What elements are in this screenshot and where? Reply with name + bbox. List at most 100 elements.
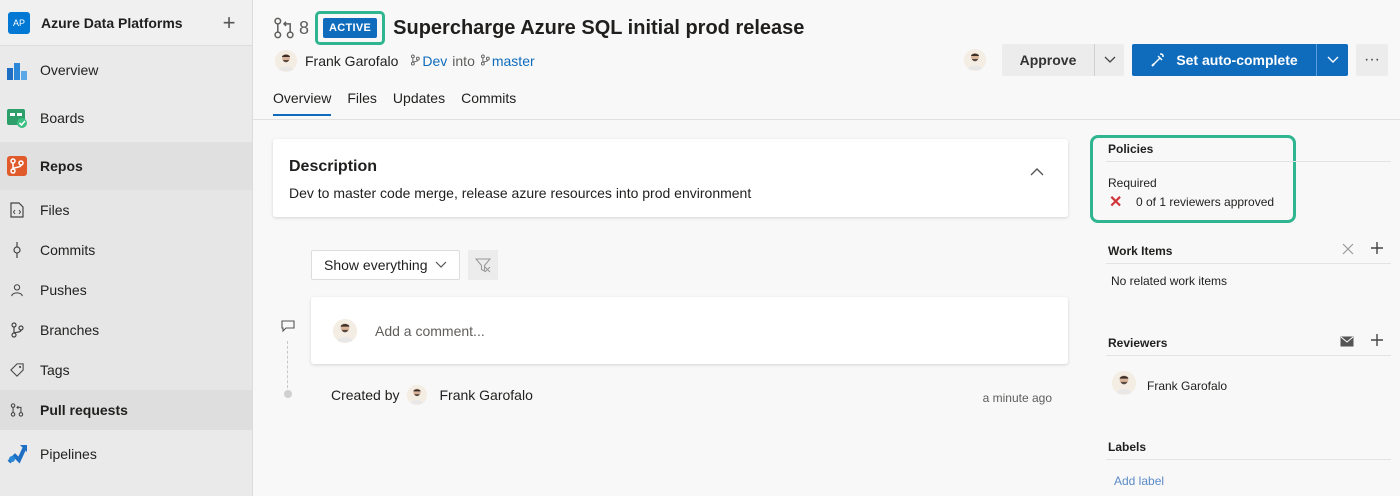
sidebar-item-files[interactable]: Files: [0, 190, 252, 230]
sidebar-item-label: Files: [40, 202, 70, 218]
divider: [1106, 161, 1391, 162]
pr-number: 8: [299, 17, 310, 38]
reviewer-name[interactable]: Frank Garofalo: [1147, 379, 1227, 393]
plus-icon: [1371, 334, 1383, 346]
sidebar-item-commits[interactable]: Commits: [0, 230, 252, 270]
sidebar-item-label: Pushes: [40, 282, 87, 298]
created-timestamp: a minute ago: [982, 391, 1052, 405]
page-title: Supercharge Azure SQL initial prod relea…: [393, 16, 805, 39]
chevron-up-icon[interactable]: [1030, 163, 1044, 179]
description-card: Description Dev to master code merge, re…: [273, 139, 1068, 217]
remove-work-item-button[interactable]: [1342, 242, 1354, 258]
add-label-button[interactable]: Add label: [1114, 474, 1164, 488]
sidebar-item-boards[interactable]: Boards: [0, 94, 252, 142]
activity-filter-value: Show everything: [324, 257, 428, 273]
pull-request-icon: [10, 403, 24, 417]
tab-files[interactable]: Files: [347, 90, 377, 116]
sidebar-item-pushes[interactable]: Pushes: [0, 270, 252, 310]
filter-off-icon: [475, 258, 491, 273]
pr-side-panel: Policies Required ✕ 0 of 1 reviewers app…: [1090, 121, 1400, 496]
tab-overview[interactable]: Overview: [273, 90, 332, 116]
clear-filter-button[interactable]: [468, 250, 498, 280]
status-highlight: ACTIVE: [315, 11, 386, 45]
timeline-line: [287, 341, 288, 393]
branch-icon: [410, 54, 421, 69]
pipelines-icon: [6, 443, 28, 465]
work-items-actions: [1326, 241, 1384, 258]
author-name[interactable]: Frank Garofalo: [305, 53, 398, 69]
mail-icon: [1340, 336, 1354, 346]
chevron-down-icon: [1327, 56, 1338, 63]
approve-options-button[interactable]: [1094, 44, 1124, 76]
sidebar-item-label: Boards: [40, 110, 85, 126]
sidebar-item-label: Pipelines: [40, 446, 97, 462]
work-items-empty: No related work items: [1111, 274, 1228, 288]
activity-filter-select[interactable]: Show everything: [311, 250, 460, 280]
auto-complete-icon: [1151, 53, 1165, 67]
sidebar-item-pipelines[interactable]: Pipelines: [0, 430, 252, 478]
sidebar-item-pull-requests[interactable]: Pull requests: [0, 390, 252, 430]
org-name[interactable]: Azure Data Platforms: [41, 15, 214, 31]
tab-commits[interactable]: Commits: [461, 90, 516, 116]
status-badge: ACTIVE: [323, 18, 378, 38]
repos-icon: [6, 155, 28, 177]
current-user-avatar[interactable]: [964, 49, 986, 71]
branch-icon: [480, 54, 490, 69]
comment-input[interactable]: Add a comment...: [375, 323, 485, 339]
work-items-title: Work Items: [1108, 244, 1173, 258]
sidebar-item-branches[interactable]: Branches: [0, 310, 252, 350]
policies-title: Policies: [1108, 142, 1154, 156]
tag-icon: [10, 363, 24, 377]
auto-complete-split-button: Set auto-complete: [1132, 44, 1348, 76]
approve-button[interactable]: Approve: [1002, 44, 1094, 76]
commit-icon: [10, 242, 24, 258]
reviewer-avatar: [1112, 371, 1136, 395]
description-title: Description: [289, 158, 378, 175]
pull-request-icon: [273, 17, 295, 39]
divider: [1106, 355, 1391, 356]
sidebar-item-label: Repos: [40, 158, 83, 174]
close-icon: [1342, 243, 1354, 254]
creator-avatar: [407, 385, 428, 405]
target-branch-link[interactable]: master: [480, 53, 535, 69]
created-event: Created by Frank Garofalo: [331, 385, 533, 405]
sidebar-item-repos[interactable]: Repos: [0, 142, 252, 190]
org-header[interactable]: AP Azure Data Platforms +: [0, 0, 252, 46]
set-auto-complete-button[interactable]: Set auto-complete: [1132, 44, 1316, 76]
close-icon: ✕: [1109, 194, 1123, 211]
policy-status[interactable]: 0 of 1 reviewers approved: [1136, 195, 1274, 209]
divider: [1106, 459, 1391, 460]
source-branch-link[interactable]: Dev: [410, 53, 447, 69]
reviewers-actions: [1324, 333, 1384, 350]
plus-icon: [1371, 242, 1383, 254]
source-branch-name: Dev: [422, 53, 448, 69]
sidebar-item-label: Commits: [40, 242, 96, 258]
more-actions-button[interactable]: ···: [1356, 44, 1388, 76]
sidebar-item-label: Branches: [40, 322, 100, 338]
chevron-down-icon: [435, 261, 447, 268]
sidebar-item-tags[interactable]: Tags: [0, 350, 252, 390]
reviewers-title: Reviewers: [1108, 336, 1168, 350]
add-reviewer-button[interactable]: [1370, 333, 1384, 350]
pr-actions: Approve Set auto-complete ···: [964, 44, 1388, 76]
sidebar: AP Azure Data Platforms + Overview Board…: [0, 0, 253, 496]
push-icon: [10, 283, 24, 297]
creator-name[interactable]: Frank Garofalo: [439, 387, 532, 403]
sidebar-item-overview[interactable]: Overview: [0, 46, 252, 94]
auto-complete-options-button[interactable]: [1316, 44, 1348, 76]
divider: [1106, 263, 1391, 264]
new-project-button[interactable]: +: [214, 11, 244, 34]
add-work-item-button[interactable]: [1370, 241, 1384, 258]
commenter-avatar: [333, 318, 357, 343]
pr-tabs: Overview Files Updates Commits: [273, 90, 532, 116]
tab-updates[interactable]: Updates: [393, 90, 445, 116]
auto-complete-label: Set auto-complete: [1176, 52, 1298, 68]
pr-meta: Frank Garofalo Dev into master: [275, 50, 535, 72]
timeline-dot: [284, 390, 292, 398]
comment-icon: [280, 319, 296, 336]
email-reviewers-button[interactable]: [1340, 334, 1354, 350]
boards-icon: [6, 107, 28, 129]
target-branch-name: master: [491, 53, 535, 69]
author-avatar[interactable]: [275, 50, 297, 72]
new-comment-box[interactable]: Add a comment...: [311, 297, 1068, 364]
